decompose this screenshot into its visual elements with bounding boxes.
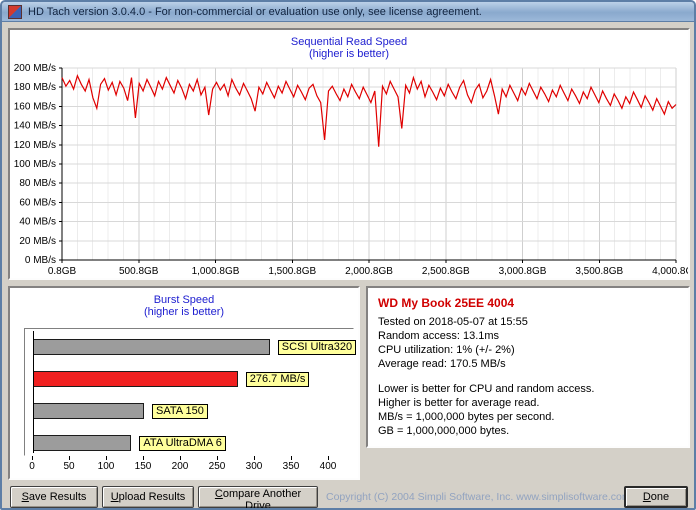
burst-axis-number: 0 [29,461,35,472]
burst-bar [33,435,132,451]
axis-label: 3,000.8GB [499,266,547,277]
burst-chart-plot: SCSI Ultra320 276.7 MB/s SATA 150 ATA Ultra… [24,328,357,456]
axis-label: 160 MB/s [14,101,56,112]
save-results-button[interactable]: Save Results [10,486,98,508]
axis-label: 4,000.8GB [652,266,688,277]
upload-results-button[interactable]: Upload Results [102,486,194,508]
axis-label: 500.8GB [119,266,159,277]
info-line: Random access: 13.1ms [378,330,500,342]
drive-name: WD My Book 25EE 4004 [378,296,515,310]
burst-axis-number: 50 [63,461,75,472]
burst-axis-tick [328,456,329,460]
info-line: Average read: 170.5 MB/s [378,358,506,370]
titlebar[interactable]: HD Tach version 3.0.4.0 - For non-commer… [2,2,694,22]
sequential-read-chart: 200 MB/s 180 MB/s 160 MB/s 140 MB/s 120 MB/s… [14,63,688,277]
compare-another-drive-button[interactable]: Compare Another Drive [198,486,318,508]
burst-chart-subtitle: (higher is better) [143,306,225,318]
burst-axis-number: 200 [171,461,189,472]
axis-label: 140 MB/s [14,121,56,132]
axis-label: 1,000.8GB [192,266,240,277]
app-icon [8,4,22,19]
burst-axis-number: 350 [282,461,300,472]
window-title: HD Tach version 3.0.4.0 - For non-commer… [28,5,482,18]
axis-label: 120 MB/s [14,140,56,151]
axis-label: 40 MB/s [19,217,56,228]
info-line: CPU utilization: 1% (+/- 2%) [378,344,515,356]
burst-axis-tick [106,456,107,460]
burst-axis-tick [291,456,292,460]
burst-axis-number: 400 [319,461,337,472]
burst-bar [33,403,144,419]
sequential-read-panel: Sequential Read Speed (higher is better)… [8,28,690,280]
burst-axis-number: 300 [245,461,263,472]
burst-chart-title: Burst Speed [153,294,215,306]
axis-label: 100 MB/s [14,159,56,170]
axis-label: 20 MB/s [19,236,56,247]
sequential-chart-title: Sequential Read Speed [290,36,408,48]
axis-label: 3,500.8GB [575,266,623,277]
info-note-line: GB = 1,000,000,000 bytes. [378,425,510,437]
sequential-chart-subtitle: (higher is better) [308,48,390,60]
burst-bar [33,339,270,355]
hdtach-window: HD Tach version 3.0.4.0 - For non-commer… [0,0,696,510]
burst-bar [33,371,238,387]
burst-axis-number: 250 [208,461,226,472]
burst-axis-tick [254,456,255,460]
axis-label: 2,000.8GB [345,266,393,277]
axis-label: 60 MB/s [19,197,56,208]
axis-label: 180 MB/s [14,82,56,93]
info-line: Tested on 2018-05-07 at 15:55 [378,316,528,328]
info-note-line: Higher is better for average read. [378,397,540,409]
burst-axis-tick [180,456,181,460]
burst-y-axis [33,331,34,453]
burst-speed-panel: Burst Speed (higher is better) SCSI Ultr… [8,286,360,480]
axis-label: 0 MB/s [25,255,56,266]
info-note-line: MB/s = 1,000,000 bytes per second. [378,411,555,423]
burst-axis-number: 150 [134,461,152,472]
drive-stats: Tested on 2018-05-07 at 15:55 Random acce… [378,315,678,371]
burst-axis-tick [32,456,33,460]
axis-label: 2,500.8GB [422,266,470,277]
burst-axis-number: 100 [97,461,115,472]
burst-axis-tick [217,456,218,460]
info-note-line: Lower is better for CPU and random acces… [378,383,595,395]
axis-label: 200 MB/s [14,63,56,74]
burst-axis-tick [69,456,70,460]
burst-bar-label: 276.7 MB/s [245,372,310,387]
burst-axis-tick [143,456,144,460]
burst-bar-label: ATA UltraDMA 6 [139,436,226,451]
axis-label: 1,500.8GB [268,266,316,277]
burst-bar-label: SCSI Ultra320 [277,340,357,355]
burst-bar-label: SATA 150 [152,404,208,419]
done-button[interactable]: Done [624,486,688,508]
drive-info-panel: WD My Book 25EE 4004 Tested on 2018-05-0… [366,286,690,448]
copyright-text: Copyright (C) 2004 Simpli Software, Inc.… [326,491,631,503]
info-notes: Lower is better for CPU and random acces… [378,382,678,438]
axis-label: 80 MB/s [19,178,56,189]
axis-label: 0.8GB [48,266,77,277]
